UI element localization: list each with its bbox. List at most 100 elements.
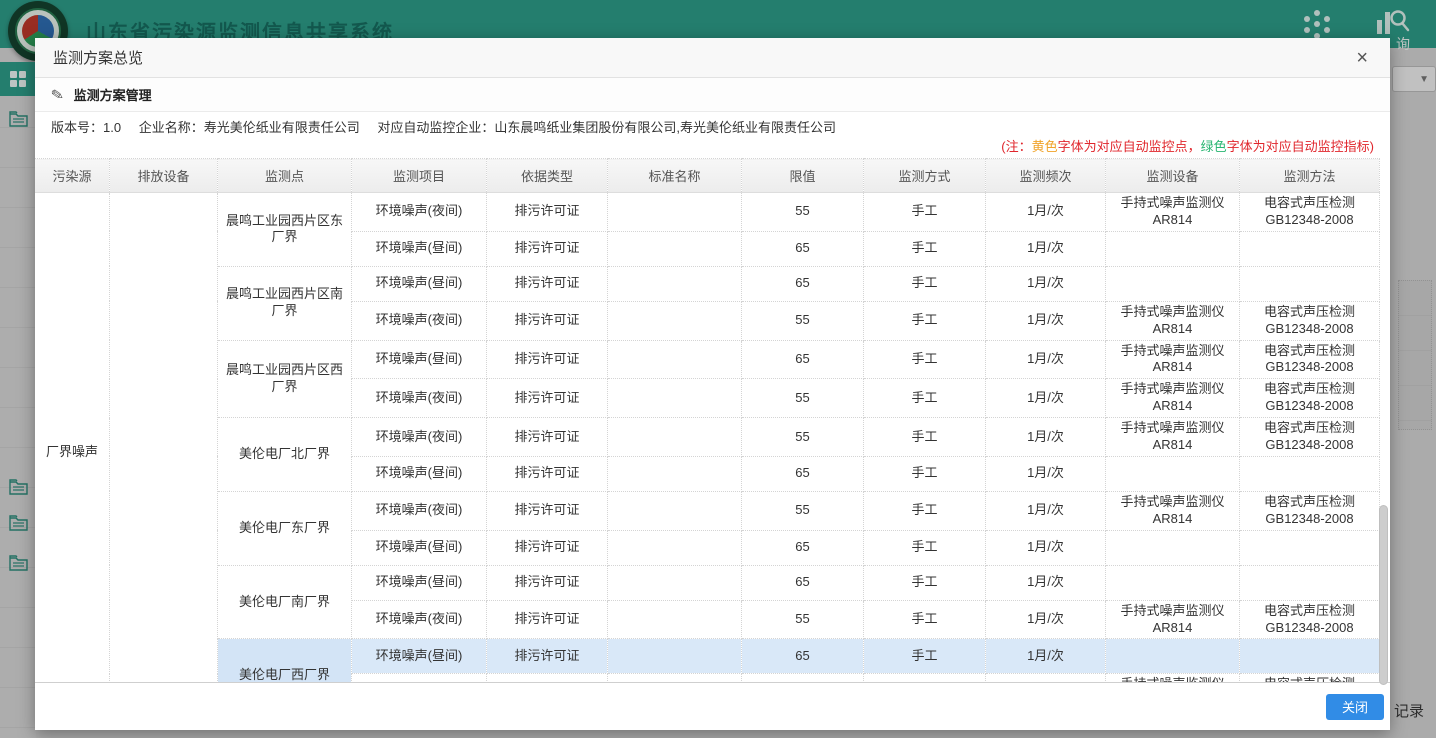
limit-value-cell: 55 — [742, 491, 864, 530]
vertical-scrollbar-thumb[interactable] — [1379, 505, 1388, 685]
standard-name-cell — [608, 301, 742, 340]
table-row[interactable]: 美伦电厂东厂界环境噪声(夜间)排污许可证55手工1月/次手持式噪声监测仪 AR8… — [35, 491, 1380, 530]
column-header: 监测频次 — [986, 159, 1106, 193]
monitor-frequency-cell: 1月/次 — [986, 193, 1106, 232]
monitor-frequency-cell: 1月/次 — [986, 456, 1106, 491]
column-header: 限值 — [742, 159, 864, 193]
note-prefix: (注： — [1001, 139, 1031, 154]
monitor-mode-cell: 手工 — [864, 491, 986, 530]
note-yellow: 黄色 — [1032, 139, 1058, 154]
column-header: 监测点 — [218, 159, 352, 193]
monitor-device-cell — [1106, 530, 1240, 565]
monitor-method-cell: 电容式声压检测 GB12348-2008 — [1240, 491, 1380, 530]
monitor-frequency-cell: 1月/次 — [986, 231, 1106, 266]
close-button[interactable]: 关闭 — [1326, 694, 1384, 720]
monitor-method-cell: 电容式声压检测 GB12348-2008 — [1240, 600, 1380, 639]
standard-name-cell — [608, 231, 742, 266]
table-row[interactable]: 晨鸣工业园西片区南厂界环境噪声(昼间)排污许可证65手工1月/次 — [35, 266, 1380, 301]
monitor-method-cell: 电容式声压检测 GB12348-2008 — [1240, 674, 1380, 682]
auto-company-label: 对应自动监控企业： — [377, 120, 494, 135]
monitor-method-cell: 电容式声压检测 GB12348-2008 — [1240, 301, 1380, 340]
close-icon[interactable]: × — [1352, 46, 1372, 70]
monitor-device-cell: 手持式噪声监测仪 AR814 — [1106, 379, 1240, 418]
plan-info: 版本号：1.0 企业名称：寿光美伦纸业有限责任公司 对应自动监控企业：山东晨鸣纸… — [35, 112, 1390, 158]
basis-type-cell: 排污许可证 — [487, 301, 608, 340]
monitor-method-cell: 电容式声压检测 GB12348-2008 — [1240, 418, 1380, 457]
standard-name-cell — [608, 340, 742, 379]
standard-name-cell — [608, 193, 742, 232]
pen-icon: ✎ — [50, 85, 66, 105]
monitor-frequency-cell: 1月/次 — [986, 530, 1106, 565]
monitor-device-cell: 手持式噪声监测仪 AR814 — [1106, 193, 1240, 232]
monitor-mode-cell: 手工 — [864, 231, 986, 266]
monitor-item-cell: 环境噪声(昼间) — [352, 340, 487, 379]
column-header: 监测方法 — [1240, 159, 1380, 193]
modal-title: 监测方案总览 — [53, 47, 143, 68]
column-header: 监测设备 — [1106, 159, 1240, 193]
standard-name-cell — [608, 491, 742, 530]
color-note: (注：黄色字体为对应自动监控点，绿色字体为对应自动监控指标) — [51, 136, 1374, 155]
monitor-item-cell: 环境噪声(夜间) — [352, 600, 487, 639]
monitor-device-cell — [1106, 266, 1240, 301]
monitor-item-cell: 环境噪声(昼间) — [352, 456, 487, 491]
basis-type-cell: 排污许可证 — [487, 565, 608, 600]
monitor-method-cell: 电容式声压检测 GB12348-2008 — [1240, 379, 1380, 418]
limit-value-cell: 65 — [742, 456, 864, 491]
monitor-device-cell: 手持式噪声监测仪 AR814 — [1106, 340, 1240, 379]
basis-type-cell: 排污许可证 — [487, 530, 608, 565]
note-green: 绿色 — [1201, 139, 1227, 154]
basis-type-cell: 排污许可证 — [487, 379, 608, 418]
monitor-point-cell: 美伦电厂东厂界 — [218, 491, 352, 565]
monitor-item-cell: 环境噪声(夜间) — [352, 491, 487, 530]
basis-type-cell: 排污许可证 — [487, 674, 608, 682]
pollution-source-cell: 厂界噪声 — [35, 193, 110, 683]
limit-value-cell: 55 — [742, 301, 864, 340]
monitoring-table: 污染源排放设备监测点监测项目依据类型标准名称限值监测方式监测频次监测设备监测方法… — [35, 158, 1380, 682]
monitor-device-cell — [1106, 565, 1240, 600]
monitor-item-cell: 环境噪声(昼间) — [352, 266, 487, 301]
monitor-item-cell: 环境噪声(夜间) — [352, 301, 487, 340]
standard-name-cell — [608, 565, 742, 600]
monitor-device-cell: 手持式噪声监测仪 AR814 — [1106, 491, 1240, 530]
monitor-mode-cell: 手工 — [864, 456, 986, 491]
company-label: 企业名称： — [139, 120, 204, 135]
table-row[interactable]: 美伦电厂西厂界环境噪声(昼间)排污许可证65手工1月/次 — [35, 639, 1380, 674]
monitor-point-cell: 晨鸣工业园西片区东厂界 — [218, 193, 352, 267]
basis-type-cell: 排污许可证 — [487, 193, 608, 232]
monitor-item-cell: 环境噪声(夜间) — [352, 193, 487, 232]
table-row[interactable]: 美伦电厂南厂界环境噪声(昼间)排污许可证65手工1月/次 — [35, 565, 1380, 600]
monitor-frequency-cell: 1月/次 — [986, 379, 1106, 418]
column-header: 依据类型 — [487, 159, 608, 193]
monitor-item-cell: 环境噪声(昼间) — [352, 565, 487, 600]
monitor-method-cell: 电容式声压检测 GB12348-2008 — [1240, 193, 1380, 232]
standard-name-cell — [608, 530, 742, 565]
note-mid: 字体为对应自动监控点， — [1058, 139, 1201, 154]
monitor-device-cell: 手持式噪声监测仪 AR814 — [1106, 674, 1240, 682]
basis-type-cell: 排污许可证 — [487, 456, 608, 491]
monitor-device-cell: 手持式噪声监测仪 AR814 — [1106, 418, 1240, 457]
table-row[interactable]: 晨鸣工业园西片区西厂界环境噪声(昼间)排污许可证65手工1月/次手持式噪声监测仪… — [35, 340, 1380, 379]
limit-value-cell: 55 — [742, 193, 864, 232]
standard-name-cell — [608, 418, 742, 457]
version-label: 版本号： — [51, 120, 103, 135]
monitor-mode-cell: 手工 — [864, 193, 986, 232]
monitor-item-cell: 环境噪声(夜间) — [352, 418, 487, 457]
basis-type-cell: 排污许可证 — [487, 639, 608, 674]
limit-value-cell: 65 — [742, 530, 864, 565]
table-row[interactable]: 美伦电厂北厂界环境噪声(夜间)排污许可证55手工1月/次手持式噪声监测仪 AR8… — [35, 418, 1380, 457]
limit-value-cell: 55 — [742, 379, 864, 418]
table-row[interactable]: 厂界噪声晨鸣工业园西片区东厂界环境噪声(夜间)排污许可证55手工1月/次手持式噪… — [35, 193, 1380, 232]
limit-value-cell: 65 — [742, 266, 864, 301]
standard-name-cell — [608, 266, 742, 301]
basis-type-cell: 排污许可证 — [487, 600, 608, 639]
monitor-device-cell: 手持式噪声监测仪 AR814 — [1106, 301, 1240, 340]
monitor-mode-cell: 手工 — [864, 340, 986, 379]
monitor-mode-cell: 手工 — [864, 301, 986, 340]
monitor-method-cell: 电容式声压检测 GB12348-2008 — [1240, 340, 1380, 379]
monitor-point-cell: 晨鸣工业园西片区西厂界 — [218, 340, 352, 418]
monitor-item-cell: 环境噪声(夜间) — [352, 674, 487, 682]
monitor-device-cell: 手持式噪声监测仪 AR814 — [1106, 600, 1240, 639]
monitoring-plan-modal: 监测方案总览 × ✎ 监测方案管理 版本号：1.0 企业名称：寿光美伦纸业有限责… — [35, 38, 1390, 730]
monitor-item-cell: 环境噪声(昼间) — [352, 231, 487, 266]
monitor-frequency-cell: 1月/次 — [986, 301, 1106, 340]
